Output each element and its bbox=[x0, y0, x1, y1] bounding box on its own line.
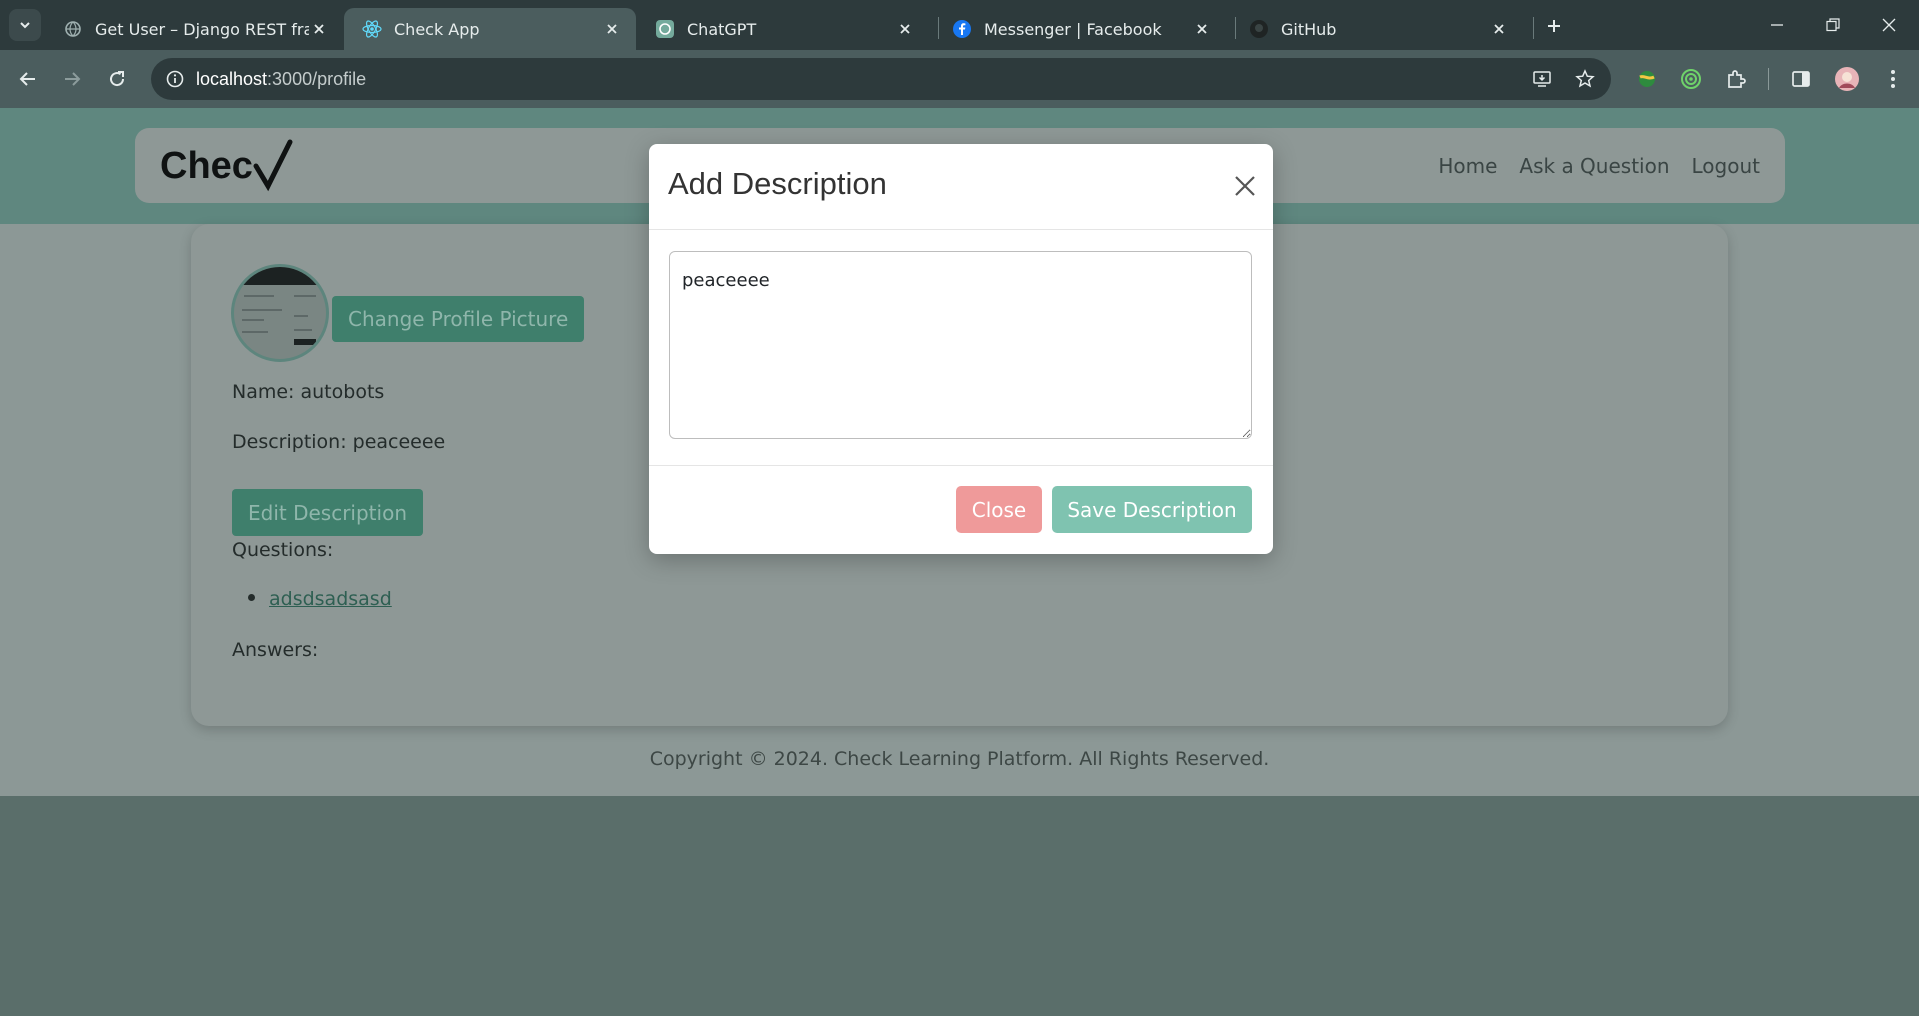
modal-footer: Close Save Description bbox=[649, 465, 1273, 554]
tab-search-button[interactable] bbox=[9, 9, 41, 41]
change-profile-picture-button[interactable]: Change Profile Picture bbox=[332, 296, 585, 342]
tab-title: Check App bbox=[394, 19, 480, 39]
description-textarea[interactable]: peaceeee bbox=[669, 251, 1252, 439]
answers-heading: Answers: bbox=[232, 639, 319, 661]
install-app-icon[interactable] bbox=[1526, 63, 1558, 95]
react-icon bbox=[362, 19, 382, 39]
site-info-icon[interactable] bbox=[159, 63, 191, 95]
browser-tab[interactable]: Messenger | Facebook bbox=[934, 8, 1226, 50]
modal-title: Add Description bbox=[668, 166, 887, 201]
tab-title: Messenger | Facebook bbox=[984, 19, 1162, 39]
bookmark-star-icon[interactable] bbox=[1569, 63, 1601, 95]
back-button[interactable] bbox=[11, 62, 45, 96]
kebab-menu-icon[interactable] bbox=[1876, 62, 1910, 96]
save-description-button[interactable]: Save Description bbox=[1052, 486, 1252, 533]
new-tab-button[interactable] bbox=[1540, 12, 1568, 40]
questions-heading: Questions: bbox=[232, 539, 334, 561]
close-tab-icon[interactable] bbox=[895, 19, 915, 39]
chatgpt-icon bbox=[655, 19, 675, 39]
restore-button[interactable] bbox=[1818, 10, 1848, 40]
restore-icon bbox=[1826, 18, 1840, 32]
nav-ask-question-link[interactable]: Ask a Question bbox=[1519, 154, 1669, 178]
arrow-left-icon bbox=[19, 72, 35, 86]
extension-target-icon[interactable] bbox=[1674, 62, 1708, 96]
reload-button[interactable] bbox=[100, 62, 134, 96]
url-text[interactable]: localhost:3000/profile bbox=[196, 58, 366, 100]
app-logo[interactable]: Chec bbox=[160, 136, 293, 196]
profile-description: Description: peaceeee bbox=[232, 431, 446, 453]
footer-copyright: Copyright © 2024. Check Learning Platfor… bbox=[649, 748, 1270, 770]
address-bar[interactable]: localhost:3000/profile bbox=[151, 58, 1611, 100]
minimize-button[interactable] bbox=[1762, 10, 1792, 40]
forward-button[interactable] bbox=[55, 62, 89, 96]
browser-tab-active[interactable]: Check App bbox=[344, 8, 636, 50]
modal-close-icon[interactable] bbox=[1229, 170, 1261, 202]
checkmark-logo-icon bbox=[253, 139, 293, 192]
chevron-down-icon bbox=[20, 22, 30, 29]
browser-tab[interactable]: GitHub bbox=[1231, 8, 1523, 50]
extensions-puzzle-icon[interactable] bbox=[1719, 62, 1753, 96]
close-tab-icon[interactable] bbox=[309, 19, 329, 39]
profile-name: Name: autobots bbox=[232, 381, 385, 403]
logo-text: Chec bbox=[160, 144, 253, 187]
modal-header: Add Description bbox=[649, 144, 1273, 230]
side-panel-icon[interactable] bbox=[1784, 62, 1818, 96]
close-tab-icon[interactable] bbox=[1489, 19, 1509, 39]
tab-title: ChatGPT bbox=[687, 19, 757, 39]
plus-icon bbox=[1548, 20, 1560, 32]
toolbar-separator bbox=[1768, 68, 1769, 90]
browser-tab[interactable]: ChatGPT bbox=[637, 8, 929, 50]
reload-icon bbox=[110, 71, 125, 87]
edit-description-button[interactable]: Edit Description bbox=[232, 489, 423, 536]
url-path: :3000/profile bbox=[267, 69, 367, 89]
close-icon bbox=[1882, 18, 1896, 32]
close-window-button[interactable] bbox=[1874, 10, 1904, 40]
close-tab-icon[interactable] bbox=[602, 19, 622, 39]
profile-picture bbox=[231, 264, 329, 362]
tab-separator bbox=[1533, 17, 1534, 39]
github-icon bbox=[1249, 19, 1269, 39]
nav-links: Home Ask a Question Logout bbox=[1438, 128, 1760, 203]
extension-earth-icon[interactable] bbox=[1630, 62, 1664, 96]
add-description-modal: Add Description peaceeee Close Save Desc… bbox=[649, 144, 1273, 554]
bullet bbox=[248, 594, 255, 601]
url-host: localhost bbox=[196, 69, 268, 89]
facebook-icon bbox=[952, 19, 972, 39]
close-button[interactable]: Close bbox=[956, 486, 1042, 533]
globe-icon bbox=[63, 19, 83, 39]
question-link[interactable]: adsdsadsasd bbox=[269, 588, 392, 610]
tab-title: Get User – Django REST framew bbox=[95, 19, 309, 39]
questions-list: adsdsadsasd bbox=[232, 588, 392, 610]
minimize-icon bbox=[1771, 24, 1783, 26]
browser-tab[interactable]: Get User – Django REST framew bbox=[45, 8, 343, 50]
arrow-right-icon bbox=[65, 72, 81, 86]
nav-home-link[interactable]: Home bbox=[1438, 154, 1497, 178]
browser-tab-bar: Get User – Django REST framew Check App … bbox=[0, 0, 1919, 50]
close-tab-icon[interactable] bbox=[1192, 19, 1212, 39]
profile-avatar-icon[interactable] bbox=[1830, 62, 1864, 96]
nav-logout-link[interactable]: Logout bbox=[1692, 154, 1760, 178]
tab-title: GitHub bbox=[1281, 19, 1337, 39]
